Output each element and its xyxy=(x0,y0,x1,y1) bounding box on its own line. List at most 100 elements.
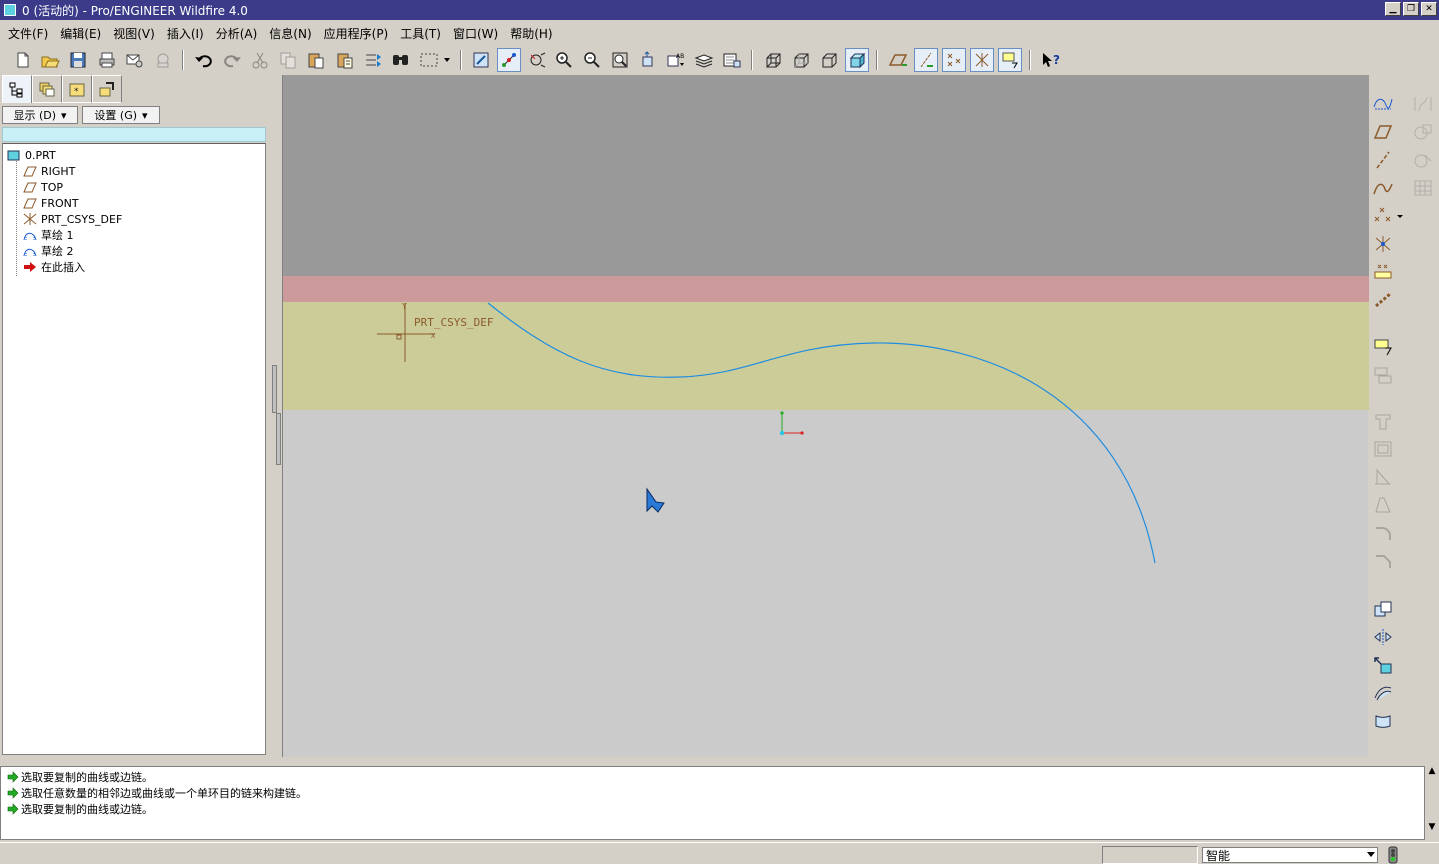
analysis-feature-icon[interactable] xyxy=(1371,288,1395,312)
menu-help[interactable]: 帮助(H) xyxy=(504,25,558,42)
copy-feature-icon[interactable] xyxy=(1371,597,1395,621)
shell-tool-icon[interactable] xyxy=(1371,437,1395,461)
trim-tool-icon[interactable] xyxy=(1371,681,1395,705)
new-file-icon[interactable] xyxy=(11,48,35,72)
tree-item-insert-here[interactable]: 在此插入 xyxy=(22,259,85,275)
menu-insert[interactable]: 插入(I) xyxy=(161,25,210,42)
layer-tree-tab[interactable] xyxy=(32,75,62,103)
tree-item-label: TOP xyxy=(41,180,64,194)
select-box-icon[interactable] xyxy=(417,48,441,72)
save-icon[interactable] xyxy=(66,48,90,72)
tree-item-front[interactable]: FRONT xyxy=(22,195,79,211)
tree-item-top[interactable]: TOP xyxy=(22,179,63,195)
cut-icon[interactable] xyxy=(248,48,272,72)
menu-info[interactable]: 信息(N) xyxy=(263,25,317,42)
minimize-button[interactable]: ▁ xyxy=(1385,2,1401,16)
close-button[interactable]: ✕ xyxy=(1421,2,1437,16)
paste-icon[interactable] xyxy=(304,48,328,72)
hidden-line-icon[interactable] xyxy=(789,48,813,72)
tree-item-sketch-1[interactable]: 草绘 1 xyxy=(22,227,74,243)
graphics-viewport[interactable]: Y X PRT_CSYS_DEF xyxy=(282,75,1369,757)
spin-center-icon[interactable] xyxy=(497,48,521,72)
datum-axis-tool-icon[interactable] xyxy=(1371,148,1395,172)
more-dropdown-icon[interactable] xyxy=(1393,204,1407,228)
restore-button[interactable]: ❐ xyxy=(1403,2,1419,16)
mirror-tool-icon[interactable] xyxy=(1371,625,1395,649)
message-scrollbar[interactable]: ▲ ▼ xyxy=(1425,766,1439,840)
wireframe-icon[interactable] xyxy=(761,48,785,72)
menu-edit[interactable]: 编辑(E) xyxy=(54,25,107,42)
merge-tool-icon[interactable] xyxy=(1371,653,1395,677)
datum-axis-display-icon[interactable] xyxy=(914,48,938,72)
print-icon[interactable] xyxy=(95,48,119,72)
menu-view[interactable]: 视图(V) xyxy=(107,25,161,42)
datum-point-tool-icon[interactable] xyxy=(1371,204,1395,228)
copy-icon[interactable] xyxy=(276,48,300,72)
menu-tools[interactable]: 工具(T) xyxy=(394,25,447,42)
sketched-point-icon[interactable] xyxy=(1371,260,1395,284)
favorites-tab[interactable]: * xyxy=(62,75,92,103)
refit-icon[interactable] xyxy=(608,48,632,72)
csys-display-icon[interactable] xyxy=(970,48,994,72)
tree-item-right[interactable]: RIGHT xyxy=(22,163,75,179)
settings-menu-button[interactable]: 设置 (G) ▾ xyxy=(82,106,160,124)
datum-curve-tool-icon[interactable] xyxy=(1371,176,1395,200)
reorient-icon[interactable] xyxy=(636,48,660,72)
open-folder-icon[interactable] xyxy=(38,48,62,72)
project-tool-icon[interactable] xyxy=(1411,148,1435,172)
feature-toolbar xyxy=(1368,75,1439,765)
tree-item-csys[interactable]: PRT_CSYS_DEF xyxy=(22,211,122,227)
collapse-handle[interactable] xyxy=(272,365,277,413)
layers-icon[interactable] xyxy=(692,48,716,72)
expand-handle[interactable] xyxy=(276,413,281,465)
sketch-tool-icon[interactable] xyxy=(1371,92,1395,116)
show-menu-button[interactable]: 显示 (D) ▾ xyxy=(2,106,78,124)
model-tree-tab[interactable] xyxy=(2,75,32,103)
tree-item-sketch-2[interactable]: 草绘 2 xyxy=(22,243,74,259)
round-tool-icon[interactable] xyxy=(1371,521,1395,545)
connection-tab[interactable] xyxy=(92,75,122,103)
saved-views-icon[interactable]: AB xyxy=(664,48,688,72)
undo-icon[interactable] xyxy=(192,48,216,72)
tree-item-part[interactable]: 0.PRT xyxy=(6,147,56,163)
insert-note-icon[interactable] xyxy=(1371,335,1395,359)
zoom-in-icon[interactable] xyxy=(552,48,576,72)
menu-file[interactable]: 文件(F) xyxy=(2,25,54,42)
zoom-out-icon[interactable] xyxy=(580,48,604,72)
select-dropdown-icon[interactable] xyxy=(442,48,452,72)
panel-splitter[interactable] xyxy=(271,75,281,757)
orient-mode-icon[interactable] xyxy=(525,48,549,72)
regenerate-icon[interactable] xyxy=(361,48,385,72)
intersect-tool-icon[interactable] xyxy=(1411,120,1435,144)
menu-analysis[interactable]: 分析(A) xyxy=(210,25,264,42)
redo-icon[interactable] xyxy=(220,48,244,72)
context-help-icon[interactable]: ? xyxy=(1039,48,1063,72)
paste-special-icon[interactable] xyxy=(333,48,357,72)
shading-icon[interactable] xyxy=(845,48,869,72)
no-hidden-icon[interactable] xyxy=(817,48,841,72)
pattern-tool-icon[interactable] xyxy=(1411,176,1435,200)
draft-tool-icon[interactable] xyxy=(1371,493,1395,517)
extend-tool-icon[interactable] xyxy=(1371,709,1395,733)
repaint-icon[interactable] xyxy=(469,48,493,72)
datum-plane-tool-icon[interactable] xyxy=(1371,120,1395,144)
chamfer-tool-icon[interactable] xyxy=(1371,549,1395,573)
offset-csys-icon[interactable] xyxy=(1371,232,1395,256)
find-icon[interactable] xyxy=(389,48,413,72)
mail-attach-icon[interactable] xyxy=(151,48,175,72)
annotation-feature-icon[interactable] xyxy=(1371,363,1395,387)
selection-filter-dropdown[interactable]: 智能 xyxy=(1202,847,1378,863)
scroll-up-icon[interactable]: ▲ xyxy=(1425,766,1439,778)
view-manager-icon[interactable] xyxy=(720,48,744,72)
menu-applications[interactable]: 应用程序(P) xyxy=(318,25,395,42)
edge-tool-icon[interactable] xyxy=(1411,92,1435,116)
menu-window[interactable]: 窗口(W) xyxy=(447,25,504,42)
annotation-display-icon[interactable] xyxy=(998,48,1022,72)
send-mail-icon[interactable] xyxy=(122,48,146,72)
tree-filter-bar[interactable] xyxy=(2,127,266,142)
hole-tool-icon[interactable] xyxy=(1371,409,1395,433)
rib-tool-icon[interactable] xyxy=(1371,465,1395,489)
scroll-down-icon[interactable]: ▼ xyxy=(1425,822,1439,832)
datum-plane-display-icon[interactable] xyxy=(886,48,910,72)
datum-point-display-icon[interactable] xyxy=(942,48,966,72)
